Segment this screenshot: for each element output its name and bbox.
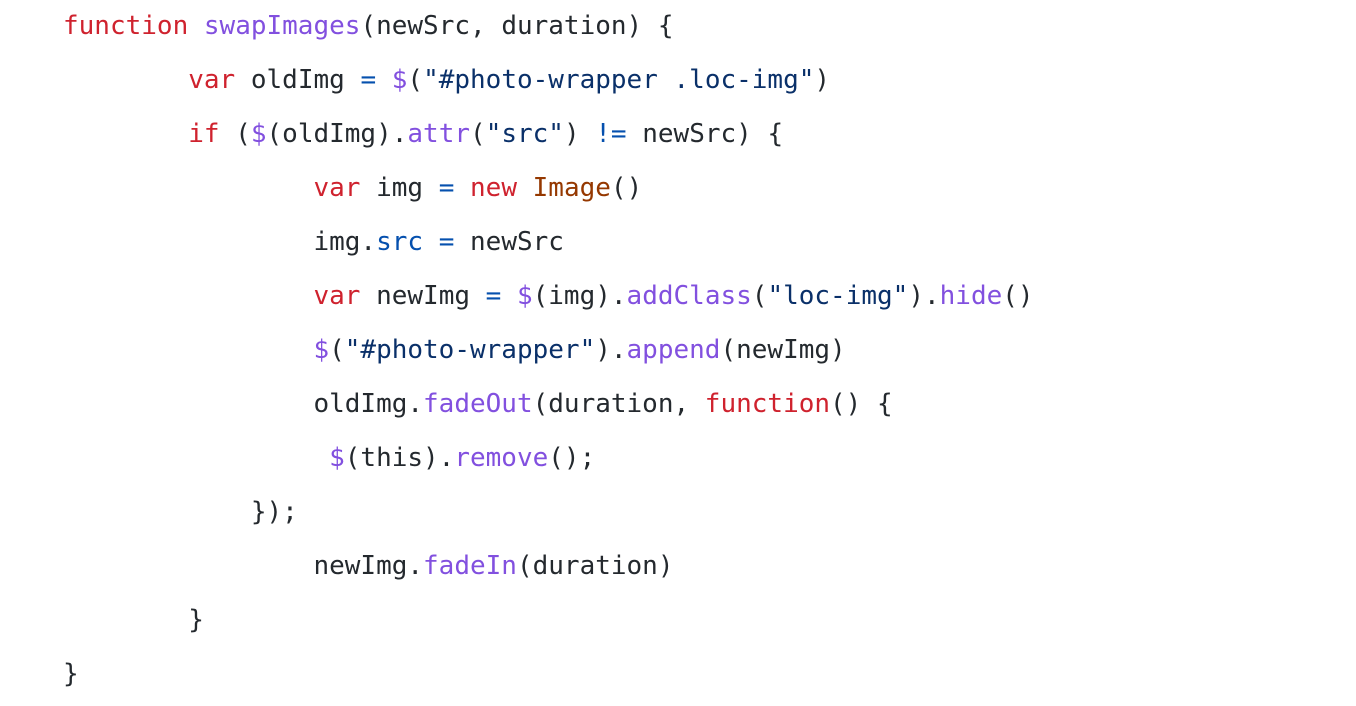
code-token: newSrc [454,227,564,257]
code-token: attr [407,119,471,149]
code-token: () [1002,281,1034,311]
code-token: (duration, [532,389,705,419]
code-line: } [63,598,1356,652]
code-token: function [63,11,189,41]
code-token: new [470,173,517,203]
code-line: var img = new Image() [63,166,1356,220]
code-token: $ [329,443,345,473]
code-token: $ [250,119,267,149]
code-token: ( [407,65,424,95]
code-line: newImg.fadeIn(duration) [63,544,1356,598]
code-token: addClass [626,281,752,311]
code-token: } [188,605,204,635]
code-token: append [626,335,721,365]
code-token: img [360,173,439,203]
code-token: (newImg) [720,335,846,365]
code-token: ( [751,281,768,311]
code-token: var [188,65,236,95]
code-token: ( [219,119,251,149]
code-token: img. [313,227,377,257]
code-token: (this). [344,443,455,473]
code-line: var newImg = $(img).addClass("loc-img").… [63,274,1356,328]
code-line: $(this).remove(); [63,436,1356,490]
code-line: }); [63,490,1356,544]
code-token: var [313,281,361,311]
code-line: oldImg.fadeOut(duration, function() { [63,382,1356,436]
code-token: remove [454,443,549,473]
code-token: Image [532,173,611,203]
code-token: (); [548,443,596,473]
code-token: (newSrc, duration) { [360,11,674,41]
code-token: != [595,119,627,149]
code-token: = [438,173,455,203]
code-token: newImg [360,281,486,311]
code-token: ( [470,119,486,149]
code-token: $ [313,335,330,365]
code-token: } [63,659,79,689]
code-token: ). [908,281,940,311]
code-token: ). [595,335,627,365]
code-token: "loc-img" [767,281,909,311]
code-token: if [188,119,220,149]
code-token: var [313,173,361,203]
code-line: function swapImages(newSrc, duration) { [63,4,1356,58]
code-block: function swapImages(newSrc, duration) { … [0,0,1356,706]
code-token: (oldImg). [266,119,408,149]
code-lines: function swapImages(newSrc, duration) { … [63,4,1356,706]
code-token: oldImg. [313,389,424,419]
code-token: = [360,65,377,95]
code-token: = [485,281,502,311]
code-token: (duration) [516,551,674,581]
code-line: var oldImg = $("#photo-wrapper .loc-img"… [63,58,1356,112]
code-token: fadeIn [423,551,517,581]
code-token: }); [250,497,298,527]
code-line: $("#photo-wrapper").append(newImg) [63,328,1356,382]
code-line: } [63,652,1356,706]
code-token: oldImg [235,65,361,95]
code-token: $ [516,281,533,311]
code-token: swapImages [203,11,361,41]
code-line: img.src = newSrc [63,220,1356,274]
code-token: ( [329,335,345,365]
code-token: () { [830,389,893,419]
code-token: newSrc) { [626,119,784,149]
code-token: newImg. [313,551,424,581]
code-token: "#photo-wrapper .loc-img" [423,65,815,95]
code-token: (img). [532,281,627,311]
code-token: hide [939,281,1003,311]
code-token: src [376,227,424,257]
code-token: ) [814,65,831,95]
code-token: = [438,227,455,257]
code-token: () [610,173,643,203]
code-token: ) [563,119,596,149]
code-line: if ($(oldImg).attr("src") != newSrc) { [63,112,1356,166]
code-token: "src" [485,119,564,149]
code-token: function [704,389,831,419]
code-token: $ [391,65,408,95]
code-token: fadeOut [423,389,533,419]
code-token: "#photo-wrapper" [344,335,596,365]
